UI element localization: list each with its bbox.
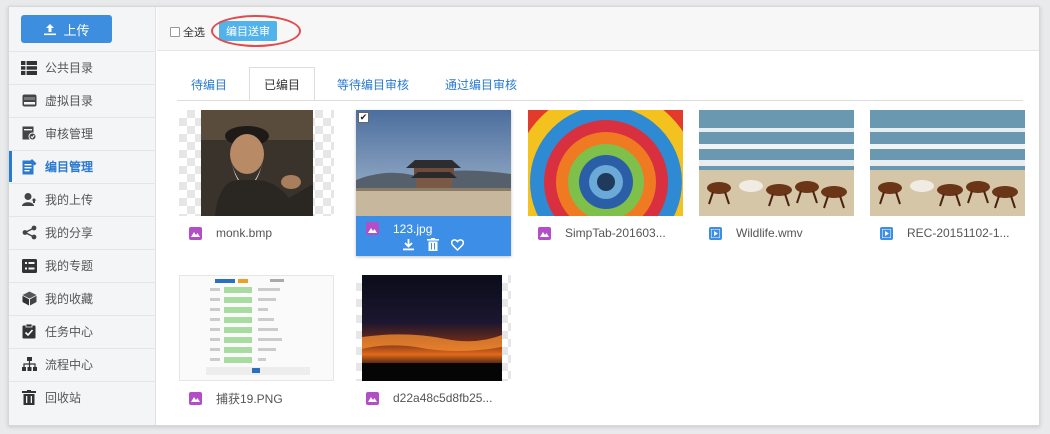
file-caption: d22a48c5d8fb25...	[356, 381, 511, 415]
file-name: SimpTab-201603...	[565, 226, 666, 240]
submit-catalog-review-button[interactable]: 编目送审	[219, 21, 277, 41]
sidebar-item-public-catalog[interactable]: 公共目录	[9, 51, 156, 83]
file-name: d22a48c5d8fb25...	[393, 391, 493, 405]
file-thumbnail[interactable]: ✔	[356, 110, 511, 216]
file-caption: Wildlife.wmv	[699, 216, 854, 250]
tab-bar: 待编目 已编目 等待编目审核 通过编目审核	[177, 65, 539, 101]
file-thumbnail[interactable]	[870, 110, 1025, 216]
file-caption: SimpTab-201603...	[528, 216, 683, 250]
sidebar-item-label: 我的分享	[45, 226, 94, 240]
toolbar: 全选 编目送审	[157, 7, 1039, 51]
workflow-icon	[21, 357, 37, 373]
file-card[interactable]: SimpTab-201603...	[528, 110, 683, 256]
upload-icon	[44, 23, 57, 35]
sidebar-item-label: 我的收藏	[45, 292, 94, 306]
sidebar-item-recycle-bin[interactable]: 回收站	[9, 381, 156, 413]
sidebar-item-label: 公共目录	[45, 61, 94, 75]
upload-button[interactable]: 上传	[21, 15, 112, 43]
file-card[interactable]: d22a48c5d8fb25...	[356, 275, 511, 421]
sidebar-item-my-uploads[interactable]: 我的上传	[9, 183, 156, 215]
trash-icon	[21, 390, 37, 406]
sidebar-item-label: 我的上传	[45, 193, 94, 207]
sidebar-item-label: 任务中心	[45, 325, 94, 339]
file-card[interactable]: REC-20151102-1...	[870, 110, 1025, 256]
file-card[interactable]: 捕获19.PNG	[179, 275, 334, 421]
app-window: 上传 公共目录 虚拟目录 审核管理 编目管理 我的上传 我的分享 我的专题 我的…	[8, 6, 1040, 426]
grid-list-icon	[21, 60, 37, 76]
selected-check-icon[interactable]: ✔	[358, 112, 369, 123]
file-thumbnail[interactable]	[699, 110, 854, 216]
sidebar-item-my-favorites[interactable]: 我的收藏	[9, 282, 156, 314]
file-thumbnail[interactable]	[179, 110, 334, 216]
checkbox-box[interactable]	[170, 27, 180, 37]
share-icon	[21, 225, 37, 241]
file-actions	[402, 238, 465, 256]
audit-icon	[21, 126, 37, 142]
sidebar-item-label: 编目管理	[45, 160, 94, 174]
file-card[interactable]: monk.bmp	[179, 110, 334, 256]
sidebar-item-label: 虚拟目录	[45, 94, 94, 108]
image-file-icon	[189, 226, 202, 240]
tab-awaiting-review[interactable]: 等待编目审核	[323, 68, 423, 101]
favorite-box-icon	[21, 291, 37, 307]
image-file-icon	[366, 222, 379, 235]
tab-pending-catalog[interactable]: 待编目	[177, 68, 241, 101]
sidebar: 上传 公共目录 虚拟目录 审核管理 编目管理 我的上传 我的分享 我的专题 我的…	[9, 7, 156, 425]
file-caption: REC-20151102-1...	[870, 216, 1025, 250]
sidebar-item-label: 回收站	[45, 391, 82, 405]
file-thumbnail[interactable]	[179, 275, 334, 381]
file-caption: monk.bmp	[179, 216, 334, 250]
topic-list-icon	[21, 258, 37, 274]
sidebar-item-virtual-catalog[interactable]: 虚拟目录	[9, 84, 156, 116]
sidebar-item-my-shares[interactable]: 我的分享	[9, 216, 156, 248]
task-clipboard-icon	[21, 324, 37, 340]
sidebar-item-audit-management[interactable]: 审核管理	[9, 117, 156, 149]
file-name: monk.bmp	[216, 226, 273, 240]
sidebar-item-task-center[interactable]: 任务中心	[9, 315, 156, 347]
file-card[interactable]: Wildlife.wmv	[699, 110, 854, 256]
download-icon[interactable]	[402, 238, 415, 256]
main-panel: 全选 编目送审 待编目 已编目 等待编目审核 通过编目审核 monk.bmp ✔…	[157, 7, 1039, 425]
sidebar-item-my-topics[interactable]: 我的专题	[9, 249, 156, 281]
image-file-icon	[366, 391, 379, 405]
sidebar-item-catalog-management[interactable]: 编目管理	[9, 150, 156, 182]
file-thumbnail[interactable]	[356, 275, 511, 381]
sidebar-item-workflow-center[interactable]: 流程中心	[9, 348, 156, 380]
video-file-icon	[709, 226, 722, 240]
file-name: 123.jpg	[393, 222, 433, 236]
drive-icon	[21, 93, 37, 109]
file-name: REC-20151102-1...	[907, 226, 1010, 240]
tab-cataloged[interactable]: 已编目	[249, 67, 316, 101]
select-all-label: 全选	[183, 27, 205, 39]
file-card-selected[interactable]: ✔ 123.jpg	[356, 110, 511, 256]
sidebar-item-label: 审核管理	[45, 127, 94, 141]
sidebar-item-label: 流程中心	[45, 358, 94, 372]
file-name: 捕获19.PNG	[216, 391, 283, 406]
file-name: Wildlife.wmv	[736, 226, 803, 240]
video-file-icon	[880, 226, 893, 240]
tab-review-passed[interactable]: 通过编目审核	[431, 68, 531, 101]
image-file-icon	[538, 226, 551, 240]
tab-divider	[177, 100, 1023, 101]
favorite-heart-icon[interactable]	[450, 238, 465, 256]
select-all-checkbox[interactable]: 全选	[170, 24, 205, 40]
image-file-icon	[189, 391, 202, 405]
file-caption: 捕获19.PNG	[179, 381, 334, 415]
delete-icon[interactable]	[427, 238, 439, 256]
sidebar-item-label: 我的专题	[45, 259, 94, 273]
upload-label: 上传	[63, 22, 90, 38]
catalog-edit-icon	[21, 158, 37, 175]
file-thumbnail[interactable]	[528, 110, 683, 216]
user-upload-icon	[21, 192, 37, 208]
